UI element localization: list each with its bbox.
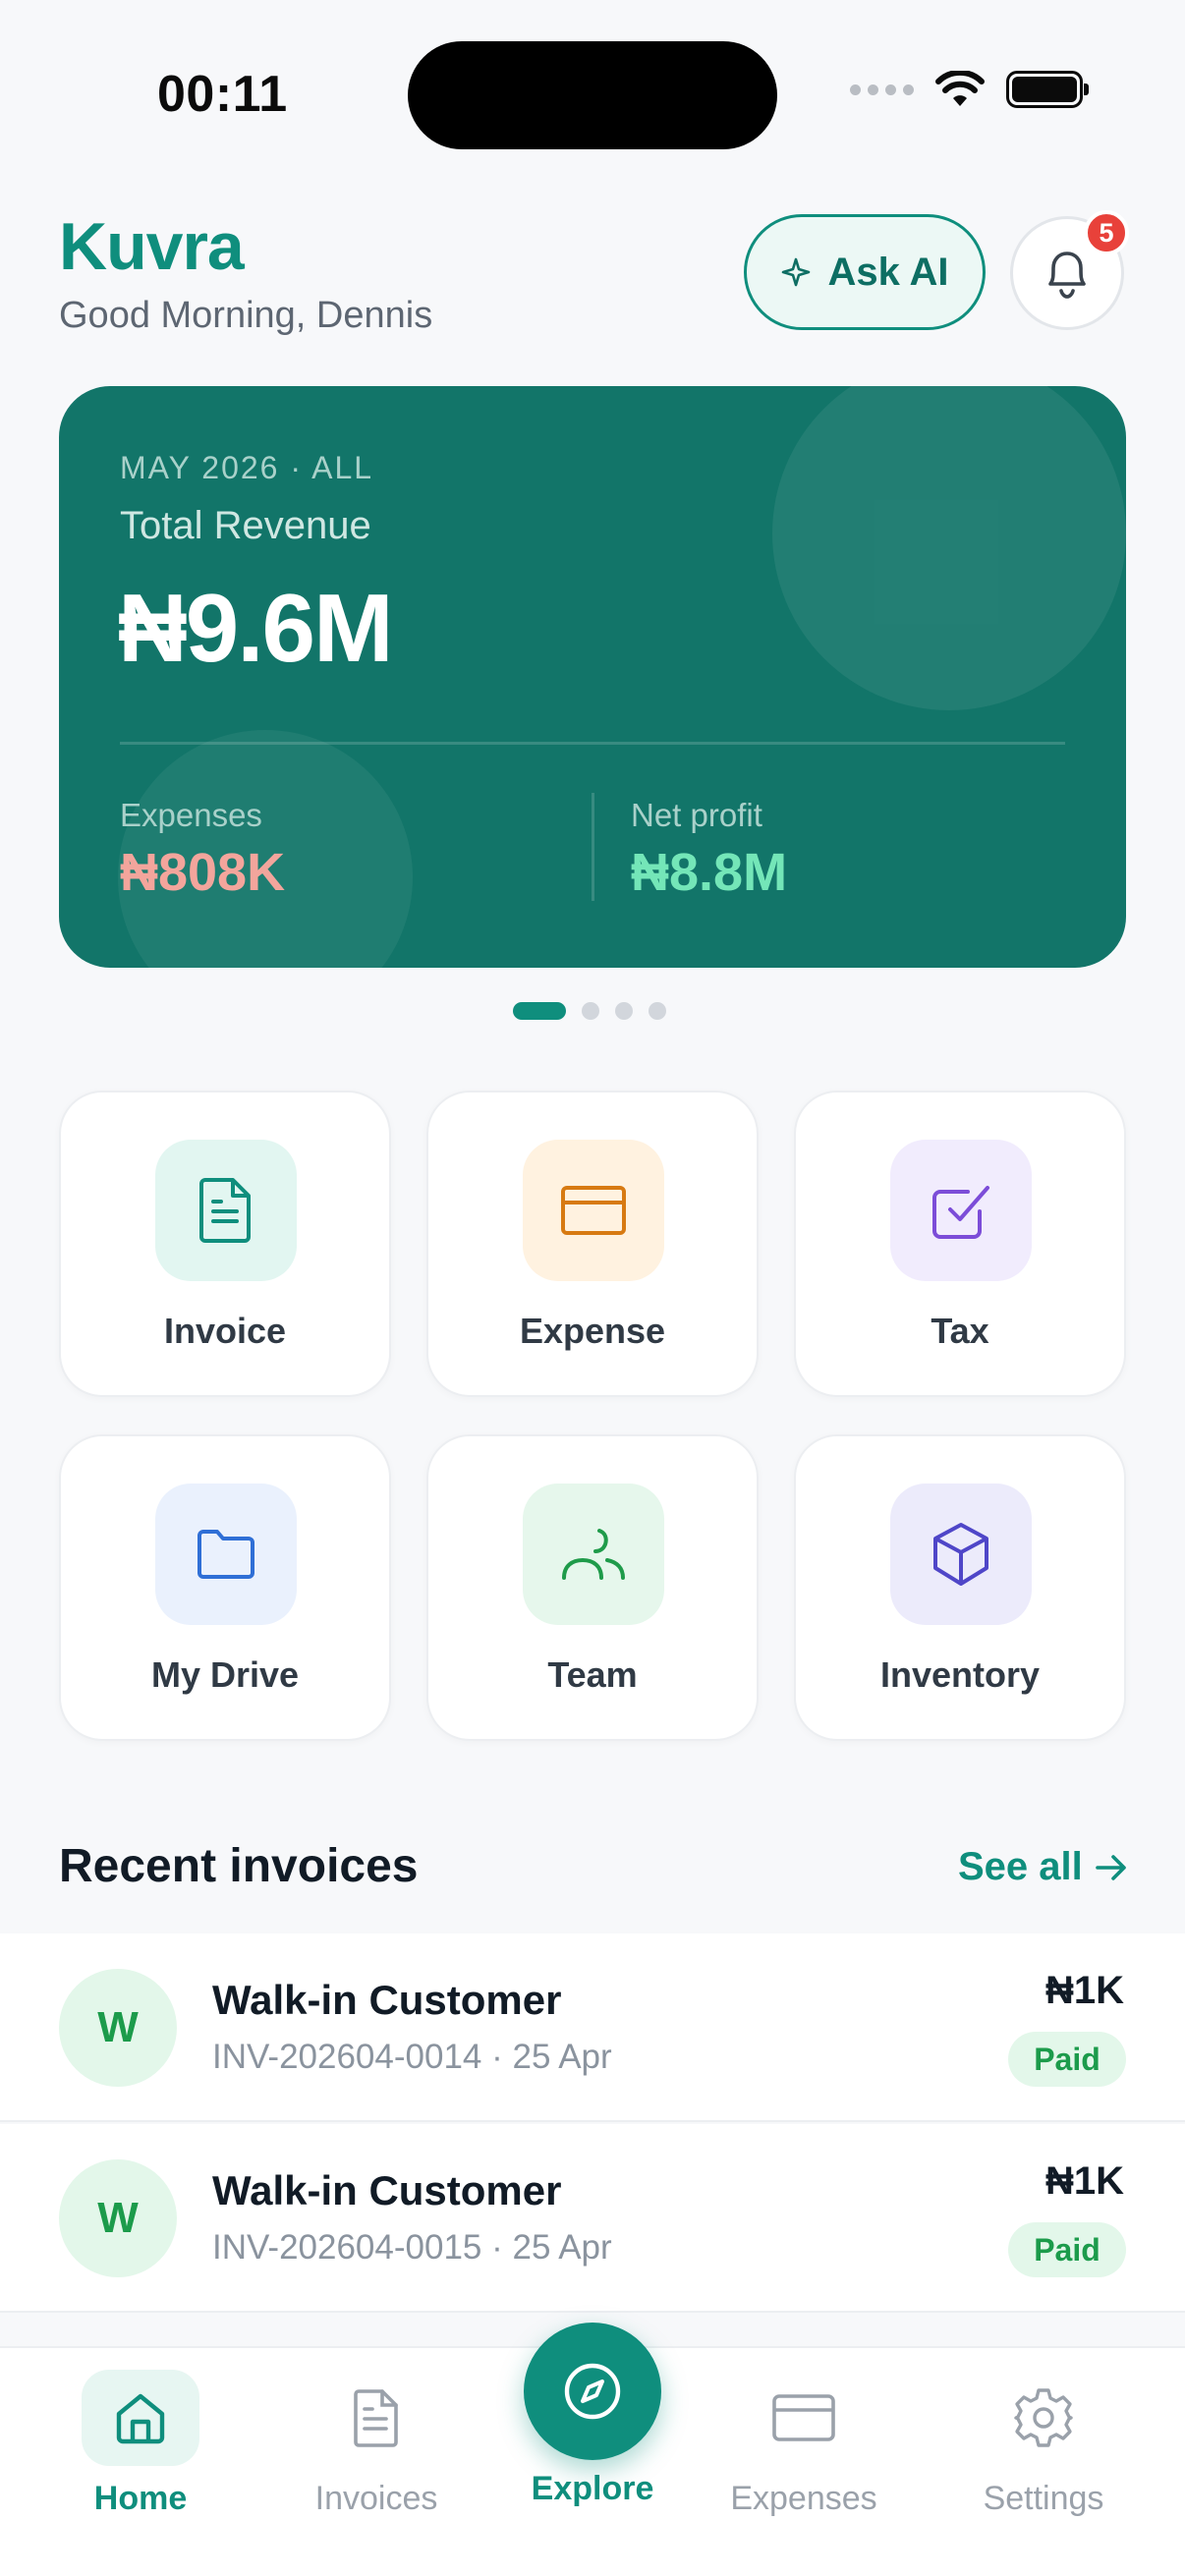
document-icon xyxy=(155,1140,297,1281)
quick-action-invoice[interactable]: Invoice xyxy=(59,1091,391,1397)
net-profit-value: ₦8.8M xyxy=(631,843,788,902)
revenue-period: MAY 2026 · ALL xyxy=(120,450,374,485)
tile-label: Tax xyxy=(931,1311,989,1351)
quick-action-my-drive[interactable]: My Drive xyxy=(59,1434,391,1741)
carousel-dot-3[interactable] xyxy=(615,1002,633,1020)
brand-title: Kuvra xyxy=(59,209,245,284)
revenue-label: Total Revenue xyxy=(120,504,371,547)
tile-label: Invoice xyxy=(163,1311,287,1351)
document-icon xyxy=(317,2370,435,2466)
recent-invoices-title: Recent invoices xyxy=(59,1840,419,1892)
compass-icon xyxy=(564,2363,621,2420)
invoice-row[interactable]: W Walk-in Customer INV-202604-0015 · 25 … xyxy=(0,2124,1185,2313)
ask-ai-label: Ask AI xyxy=(827,250,949,294)
greeting-text: Good Morning, Dennis xyxy=(59,295,433,336)
invoice-meta: INV-202604-0015 · 25 Apr xyxy=(212,2228,612,2267)
revenue-summary-card[interactable]: MAY 2026 · ALL Total Revenue ₦9.6M Expen… xyxy=(59,386,1126,968)
invoice-amount: ₦1K xyxy=(1044,2159,1124,2203)
quick-action-inventory[interactable]: Inventory xyxy=(794,1434,1126,1741)
customer-avatar: W xyxy=(59,2159,177,2277)
see-all-label: See all xyxy=(958,1845,1083,1888)
nav-invoices[interactable]: Invoices xyxy=(278,2370,475,2518)
tile-label: Inventory xyxy=(879,1654,1041,1695)
tile-label: Team xyxy=(547,1654,638,1695)
quick-action-tax[interactable]: Tax xyxy=(794,1091,1126,1397)
nav-home[interactable]: Home xyxy=(42,2370,239,2518)
status-icons xyxy=(850,71,1089,108)
card-icon xyxy=(523,1140,664,1281)
arrow-right-icon xyxy=(1095,1854,1126,1880)
wifi-icon xyxy=(935,71,985,106)
status-time: 00:11 xyxy=(157,66,288,123)
decorative-circle xyxy=(772,386,1126,710)
box-icon xyxy=(890,1484,1032,1625)
nav-label: Explore xyxy=(531,2470,654,2507)
invoice-meta: INV-202604-0014 · 25 Apr xyxy=(212,2038,612,2076)
carousel-indicator[interactable] xyxy=(513,1002,666,1020)
quick-action-team[interactable]: Team xyxy=(426,1434,759,1741)
home-icon xyxy=(82,2370,199,2466)
see-all-link[interactable]: See all xyxy=(958,1845,1128,1889)
net-profit-label: Net profit xyxy=(631,797,762,833)
divider xyxy=(592,793,594,901)
nav-label: Home xyxy=(93,2480,188,2517)
carousel-dot-2[interactable] xyxy=(582,1002,599,1020)
ask-ai-button[interactable]: Ask AI xyxy=(744,214,986,330)
checkbox-icon xyxy=(890,1140,1032,1281)
battery-icon xyxy=(1006,71,1089,108)
team-icon xyxy=(523,1484,664,1625)
expenses-value: ₦808K xyxy=(120,843,286,902)
invoice-row[interactable]: W Walk-in Customer INV-202604-0014 · 25 … xyxy=(0,1933,1185,2122)
cellular-signal-icon xyxy=(850,84,914,95)
nav-explore-button[interactable] xyxy=(524,2323,661,2460)
tile-label: My Drive xyxy=(150,1654,300,1695)
divider xyxy=(120,742,1065,745)
nav-expenses[interactable]: Expenses xyxy=(705,2370,902,2518)
quick-action-expense[interactable]: Expense xyxy=(426,1091,759,1397)
bell-icon xyxy=(1048,252,1086,299)
revenue-value: ₦9.6M xyxy=(118,574,394,682)
tile-label: Expense xyxy=(519,1311,666,1351)
customer-name: Walk-in Customer xyxy=(212,1977,562,2023)
nav-settings[interactable]: Settings xyxy=(945,2370,1142,2518)
customer-avatar: W xyxy=(59,1969,177,2087)
notification-badge: 5 xyxy=(1084,210,1129,255)
sparkle-icon xyxy=(782,257,811,287)
customer-name: Walk-in Customer xyxy=(212,2167,562,2213)
card-icon xyxy=(745,2370,863,2466)
status-badge: Paid xyxy=(1008,2222,1126,2277)
dynamic-island xyxy=(408,41,777,149)
gear-icon xyxy=(985,2370,1102,2466)
carousel-dot-1[interactable] xyxy=(513,1002,566,1020)
status-badge: Paid xyxy=(1008,2032,1126,2087)
invoice-amount: ₦1K xyxy=(1044,1969,1124,2012)
nav-label: Settings xyxy=(983,2480,1104,2517)
carousel-dot-4[interactable] xyxy=(649,1002,666,1020)
folder-icon xyxy=(155,1484,297,1625)
nav-label: Invoices xyxy=(314,2480,438,2517)
expenses-label: Expenses xyxy=(120,797,262,833)
home-screen: 00:11 Kuvra Good Morning, Dennis Ask AI … xyxy=(0,0,1185,2576)
nav-label: Expenses xyxy=(730,2480,877,2517)
